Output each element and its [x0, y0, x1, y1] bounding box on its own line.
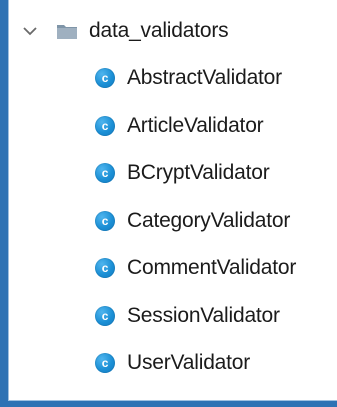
class-label: AbstractValidator: [127, 66, 282, 89]
class-label: UserValidator: [127, 351, 251, 374]
class-icon: c: [95, 353, 115, 373]
class-label: SessionValidator: [127, 303, 280, 327]
class-icon: c: [95, 163, 115, 183]
folder-row-data-validators[interactable]: data_validators: [9, 11, 229, 51]
class-item[interactable]: c UserValidator: [95, 343, 250, 383]
class-label: CategoryValidator: [127, 208, 291, 232]
class-icon: c: [95, 258, 115, 278]
class-item[interactable]: c AbstractValidator: [95, 58, 282, 98]
class-icon: c: [95, 115, 115, 136]
class-label: CommentValidator: [127, 256, 297, 279]
class-icon: c: [95, 210, 115, 231]
class-item[interactable]: c CommentValidator: [95, 248, 296, 288]
chevron-down-icon[interactable]: [21, 22, 39, 40]
class-icon: c: [95, 68, 115, 88]
class-item[interactable]: c BCryptValidator: [95, 153, 270, 193]
folder-label: data_validators: [89, 19, 229, 42]
project-tree-panel: data_validators c AbstractValidator c Artic…: [8, 0, 337, 401]
class-item[interactable]: c SessionValidator: [95, 296, 280, 336]
class-item[interactable]: c ArticleValidator: [95, 106, 264, 146]
folder-icon: [56, 22, 78, 40]
class-label: ArticleValidator: [127, 113, 264, 137]
class-label: BCryptValidator: [127, 161, 270, 184]
class-icon: c: [95, 305, 115, 326]
class-item[interactable]: c CategoryValidator: [95, 201, 290, 241]
